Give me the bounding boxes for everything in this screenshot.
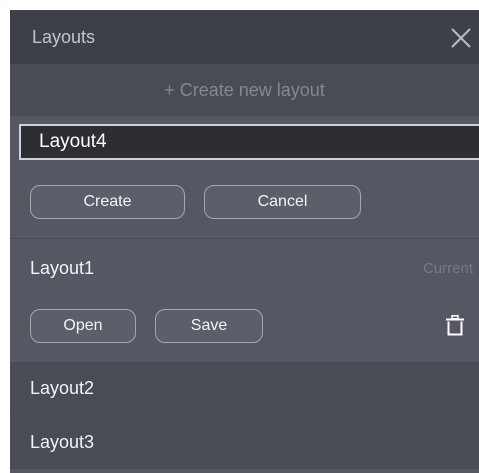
layout-item-layout1: Layout1 Current Open Save xyxy=(10,239,479,361)
panel-title: Layouts xyxy=(32,27,96,47)
layout-item-layout3[interactable]: Layout3 xyxy=(10,416,479,469)
layout-item-layout2[interactable]: Layout2 xyxy=(10,362,479,415)
open-button[interactable]: Open xyxy=(30,309,136,343)
save-button[interactable]: Save xyxy=(155,309,263,343)
create-new-layout-button[interactable]: + Create new layout xyxy=(10,80,479,101)
cancel-button[interactable]: Cancel xyxy=(204,185,361,219)
layouts-panel: Layouts + Create new layout Create Cance… xyxy=(10,10,479,473)
layout-name: Layout2 xyxy=(30,378,95,398)
trash-icon[interactable] xyxy=(446,315,464,336)
layout-name: Layout1 xyxy=(30,258,95,278)
layout-name: Layout3 xyxy=(30,432,95,452)
layout-name-input[interactable] xyxy=(19,124,479,160)
create-new-layout-row: + Create new layout xyxy=(10,64,479,116)
close-icon[interactable] xyxy=(450,27,472,49)
panel-header: Layouts xyxy=(10,10,479,64)
create-button[interactable]: Create xyxy=(30,185,185,219)
current-badge: Current xyxy=(422,260,473,277)
